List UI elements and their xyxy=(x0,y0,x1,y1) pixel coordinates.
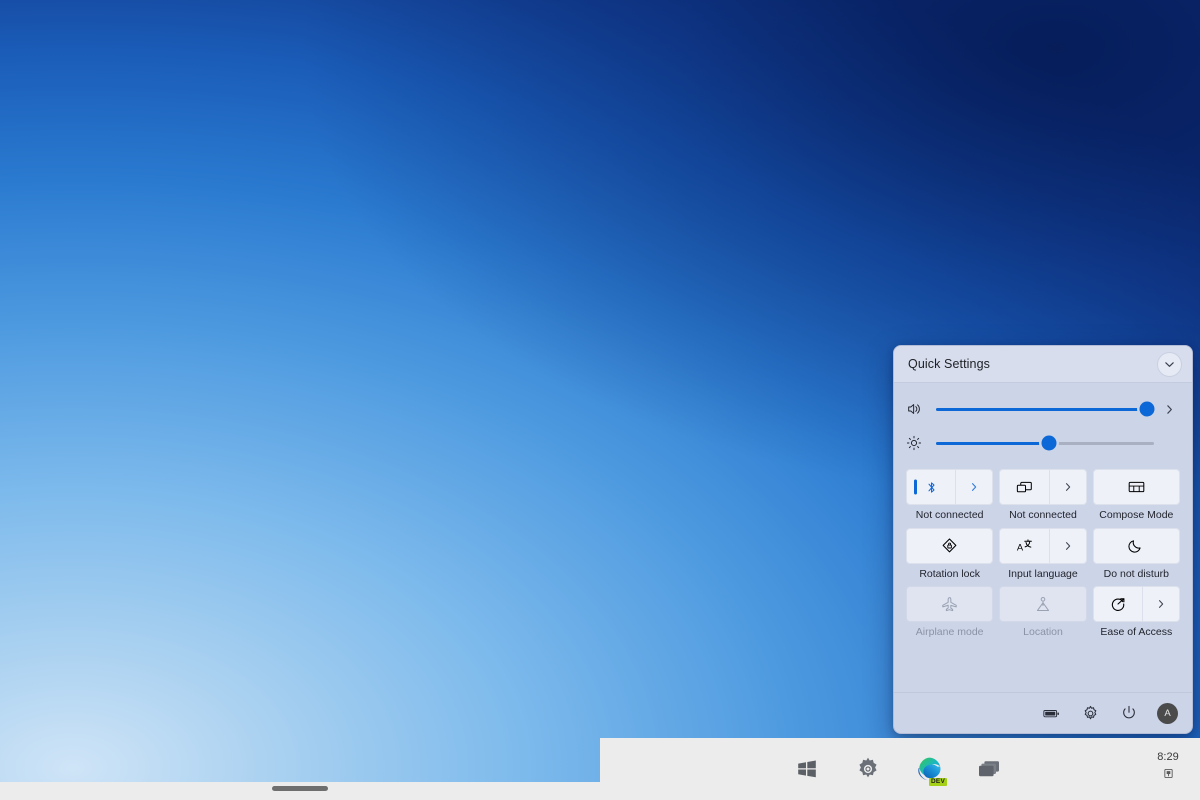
tile-label: Not connected xyxy=(1009,510,1077,522)
windows-start-icon[interactable] xyxy=(790,752,824,786)
tile-cell-airplane-mode: Airplane mode xyxy=(906,586,993,639)
tile-bluetooth-chevron-right-icon[interactable] xyxy=(956,470,992,504)
quick-settings-footer: A xyxy=(894,692,1192,733)
taskbar-bottom-strip xyxy=(0,782,1200,800)
ease-of-access-icon[interactable] xyxy=(1094,587,1143,621)
tile-do-not-disturb[interactable] xyxy=(1093,528,1180,564)
airplane-icon xyxy=(907,587,992,621)
chevron-down-glyph xyxy=(1164,359,1175,370)
taskbar-clock[interactable]: 8:29 xyxy=(1146,750,1190,779)
brightness-slider[interactable] xyxy=(936,442,1154,445)
moon-icon[interactable] xyxy=(1094,529,1179,563)
tile-label: Rotation lock xyxy=(919,569,980,581)
home-indicator[interactable] xyxy=(272,786,328,791)
tile-cell-rotation-lock: Rotation lock xyxy=(906,528,993,581)
gear-icon[interactable] xyxy=(1079,702,1101,724)
speaker-icon xyxy=(906,401,932,417)
tile-airplane-mode xyxy=(906,586,993,622)
quick-settings-panel: Quick Settings xyxy=(893,345,1193,734)
tile-cast[interactable] xyxy=(999,469,1086,505)
taskbar-icon-row: DEV xyxy=(790,752,1007,786)
tile-ease-of-access-chevron-right-icon[interactable] xyxy=(1143,587,1179,621)
volume-slider-fill xyxy=(936,408,1147,411)
tile-accent-bar xyxy=(914,480,917,495)
quick-settings-tile-grid: Not connected Not connected Compose Mode Ro… xyxy=(906,469,1180,639)
tile-rotation-lock[interactable] xyxy=(906,528,993,564)
edge-dev-badge: DEV xyxy=(929,778,947,787)
battery-icon[interactable] xyxy=(1040,702,1062,724)
brightness-slider-row xyxy=(906,426,1180,460)
tile-cell-compose-mode: Compose Mode xyxy=(1093,469,1180,522)
taskbar-settings-gear-icon[interactable] xyxy=(851,752,885,786)
tray-notification-icon[interactable] xyxy=(1146,768,1190,779)
volume-slider-row xyxy=(906,392,1180,426)
task-view-icon[interactable] xyxy=(973,752,1007,786)
cast-icon[interactable] xyxy=(1000,470,1049,504)
tile-cell-do-not-disturb: Do not disturb xyxy=(1093,528,1180,581)
tile-input-language-chevron-right-icon[interactable] xyxy=(1050,529,1086,563)
tile-label: Ease of Access xyxy=(1100,627,1172,639)
tile-cast-chevron-right-icon[interactable] xyxy=(1050,470,1086,504)
tile-cell-input-language: A Input language xyxy=(999,528,1086,581)
tile-compose-mode[interactable] xyxy=(1093,469,1180,505)
clock-time: 8:29 xyxy=(1146,750,1190,766)
volume-slider-thumb[interactable] xyxy=(1140,402,1155,417)
brightness-icon xyxy=(906,435,932,451)
tile-label: Input language xyxy=(1008,569,1077,581)
quick-settings-body: Not connected Not connected Compose Mode Ro… xyxy=(894,383,1192,692)
tile-input-language[interactable]: A xyxy=(999,528,1086,564)
quick-settings-header: Quick Settings xyxy=(894,346,1192,383)
tile-label: Location xyxy=(1023,627,1063,639)
tile-cell-ease-of-access: Ease of Access xyxy=(1093,586,1180,639)
tile-label: Do not disturb xyxy=(1104,569,1169,581)
tile-cell-bluetooth: Not connected xyxy=(906,469,993,522)
tile-cell-cast: Not connected xyxy=(999,469,1086,522)
location-icon xyxy=(1000,587,1085,621)
tile-ease-of-access[interactable] xyxy=(1093,586,1180,622)
tile-label: Airplane mode xyxy=(916,627,984,639)
tile-bluetooth[interactable] xyxy=(906,469,993,505)
brightness-slider-thumb[interactable] xyxy=(1042,436,1057,451)
volume-slider[interactable] xyxy=(936,408,1154,411)
tile-location xyxy=(999,586,1086,622)
chevron-down-icon[interactable] xyxy=(1157,352,1182,377)
input-language-icon[interactable]: A xyxy=(1000,529,1049,563)
svg-text:A: A xyxy=(1017,541,1024,552)
brightness-slider-fill xyxy=(936,442,1049,445)
tile-label: Compose Mode xyxy=(1099,510,1173,522)
quick-settings-title: Quick Settings xyxy=(908,357,990,371)
avatar[interactable]: A xyxy=(1157,703,1178,724)
edge-icon[interactable]: DEV xyxy=(912,752,946,786)
tile-cell-location: Location xyxy=(999,586,1086,639)
power-icon[interactable] xyxy=(1118,702,1140,724)
rotation-lock-icon[interactable] xyxy=(907,529,992,563)
audio-output-chevron-right-icon[interactable] xyxy=(1158,404,1180,415)
tile-label: Not connected xyxy=(916,510,984,522)
compose-mode-icon[interactable] xyxy=(1094,470,1179,504)
